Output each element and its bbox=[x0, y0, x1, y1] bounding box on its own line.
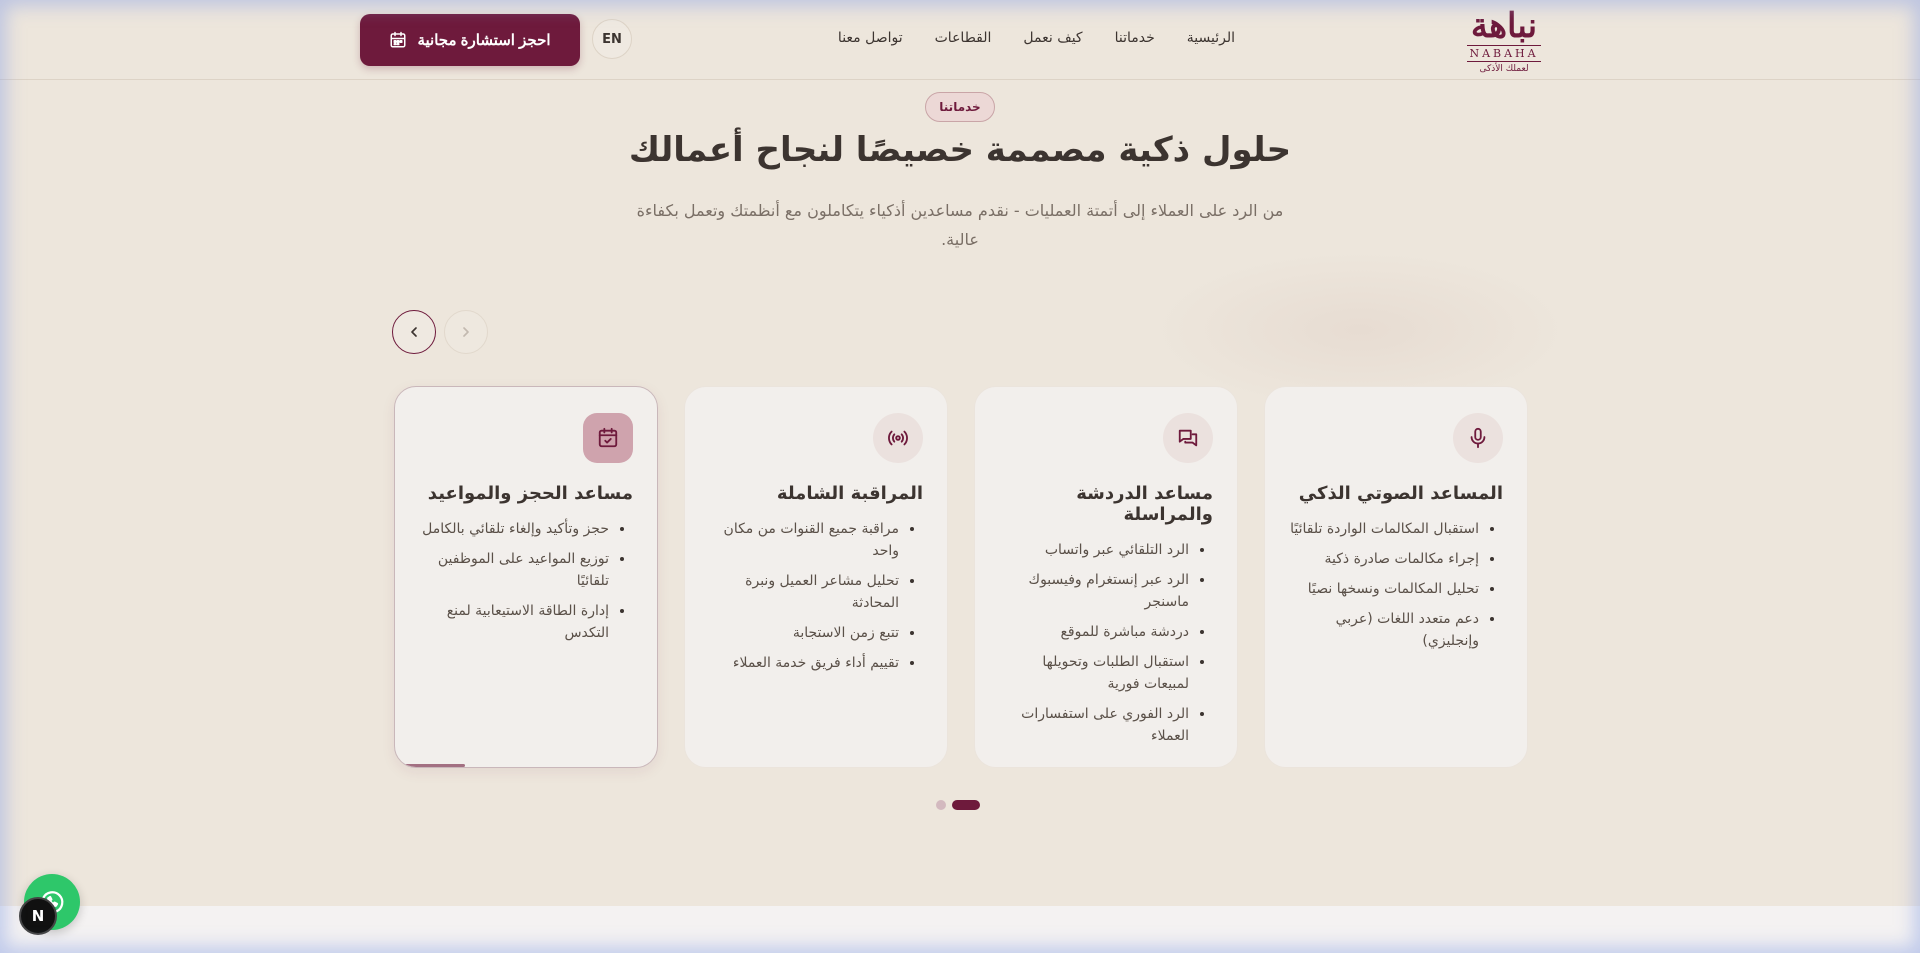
pagination-dot-2[interactable] bbox=[952, 800, 980, 810]
carousel-prev-button[interactable] bbox=[444, 310, 488, 354]
section-subtitle: من الرد على العملاء إلى أتمتة العمليات -… bbox=[636, 201, 1284, 249]
card-feature: الرد التلقائي عبر واتساب bbox=[995, 539, 1189, 561]
chevron-left-icon bbox=[411, 327, 417, 337]
language-toggle-button[interactable]: EN bbox=[592, 19, 632, 59]
card-feature: مراقبة جميع القنوات من مكان واحد bbox=[705, 518, 899, 562]
card-feature-list: حجز وتأكيد وإلغاء تلقائي بالكامل توزيع ا… bbox=[415, 518, 629, 644]
chevron-right-icon bbox=[463, 327, 469, 337]
card-icon-wrap bbox=[1163, 413, 1213, 463]
card-icon-wrap bbox=[583, 413, 633, 463]
card-feature-list: استقبال المكالمات الواردة تلقائيًا إجراء… bbox=[1285, 518, 1499, 652]
nav-sectors[interactable]: القطاعات bbox=[935, 30, 992, 46]
calendar-check-icon bbox=[598, 427, 618, 448]
main-nav: الرئيسية خدماتنا كيف نعمل القطاعات تواصل… bbox=[838, 30, 1235, 46]
card-feature: توزيع المواعيد على الموظفين تلقائيًا bbox=[415, 548, 609, 592]
card-title: المساعد الصوتي الذكي bbox=[1298, 483, 1503, 504]
section-title: حلول ذكية مصممة خصيصًا لنجاح أعمالك bbox=[628, 130, 1292, 170]
nav-services[interactable]: خدماتنا bbox=[1115, 30, 1155, 46]
card-feature-list: مراقبة جميع القنوات من مكان واحد تحليل م… bbox=[705, 518, 919, 674]
card-feature: الرد عبر إنستغرام وفيسبوك ماسنجر bbox=[995, 569, 1189, 613]
card-title: مساعد الحجز والمواعيد bbox=[427, 483, 633, 504]
service-card-voice[interactable]: المساعد الصوتي الذكي استقبال المكالمات ا… bbox=[1264, 386, 1528, 768]
nav-how-we-work[interactable]: كيف نعمل bbox=[1023, 30, 1082, 46]
brand-logo[interactable]: نباهة NABAHA لعملك الأذكى bbox=[1456, 8, 1552, 74]
card-feature: دردشة مباشرة للموقع bbox=[995, 621, 1189, 643]
card-feature: الرد الفوري على استفسارات العملاء bbox=[995, 703, 1189, 747]
card-feature: دعم متعدد اللغات (عربي وإنجليزي) bbox=[1285, 608, 1479, 652]
section-pill: خدماتنا bbox=[925, 92, 995, 122]
card-title: مساعد الدردشة والمراسلة bbox=[1076, 483, 1213, 525]
service-card-chat[interactable]: مساعد الدردشة والمراسلة الرد التلقائي عب… bbox=[974, 386, 1238, 768]
card-feature-list: الرد التلقائي عبر واتساب الرد عبر إنستغر… bbox=[995, 539, 1209, 747]
card-feature: استقبال المكالمات الواردة تلقائيًا bbox=[1285, 518, 1479, 540]
next-section-edge bbox=[0, 906, 1920, 953]
card-feature: تقييم أداء فريق خدمة العملاء bbox=[705, 652, 899, 674]
book-consultation-label: احجز استشارة مجانية bbox=[417, 32, 551, 49]
card-title: المراقبة الشاملة bbox=[776, 483, 923, 504]
chat-bubbles-icon bbox=[1178, 429, 1198, 447]
services-carousel: المساعد الصوتي الذكي استقبال المكالمات ا… bbox=[392, 386, 1528, 768]
calendar-icon bbox=[390, 31, 406, 48]
card-icon-wrap bbox=[1453, 413, 1503, 463]
framework-dev-badge[interactable]: N bbox=[19, 897, 57, 935]
card-feature: إدارة الطاقة الاستيعابية لمنع التكدس bbox=[415, 600, 609, 644]
carousel-next-button[interactable] bbox=[392, 310, 436, 354]
service-card-booking[interactable]: مساعد الحجز والمواعيد حجز وتأكيد وإلغاء … bbox=[394, 386, 658, 768]
card-feature: حجز وتأكيد وإلغاء تلقائي بالكامل bbox=[415, 518, 609, 540]
card-feature: تحليل مشاعر العميل ونبرة المحادثة bbox=[705, 570, 899, 614]
card-autoplay-progress bbox=[405, 764, 465, 767]
card-feature: إجراء مكالمات صادرة ذكية bbox=[1285, 548, 1479, 570]
logo-arabic: نباهة bbox=[1470, 6, 1538, 46]
card-feature: استقبال الطلبات وتحويلها لمبيعات فورية bbox=[995, 651, 1189, 695]
card-feature: تحليل المكالمات ونسخها نصيًا bbox=[1285, 578, 1479, 600]
logo-english: NABAHA bbox=[1467, 45, 1541, 62]
nav-contact[interactable]: تواصل معنا bbox=[838, 30, 903, 46]
service-card-monitoring[interactable]: المراقبة الشاملة مراقبة جميع القنوات من … bbox=[684, 386, 948, 768]
microphone-icon bbox=[1470, 427, 1486, 449]
pagination-dot-1[interactable] bbox=[936, 800, 946, 810]
nav-home[interactable]: الرئيسية bbox=[1187, 30, 1235, 46]
card-feature: تتبع زمن الاستجابة bbox=[705, 622, 899, 644]
book-consultation-button[interactable]: احجز استشارة مجانية bbox=[360, 14, 580, 66]
logo-tagline: لعملك الأذكى bbox=[1479, 64, 1529, 74]
card-icon-wrap bbox=[873, 413, 923, 463]
site-header: نباهة NABAHA لعملك الأذكى الرئيسية خدمات… bbox=[0, 0, 1920, 80]
carousel-pagination bbox=[936, 800, 980, 810]
broadcast-icon bbox=[888, 430, 908, 446]
